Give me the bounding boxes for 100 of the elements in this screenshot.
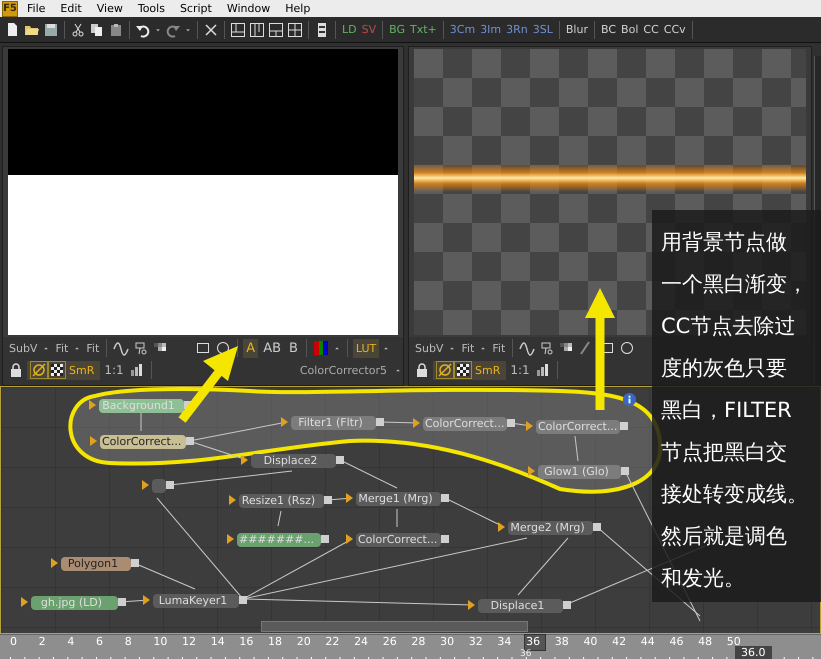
lasso-icon[interactable] — [539, 340, 556, 356]
frame-number: 26 — [382, 635, 398, 650]
frame-number: 38 — [554, 635, 570, 650]
flow-node[interactable]: Displace1 — [478, 599, 563, 613]
menu-item[interactable]: Tools — [134, 2, 171, 15]
frame-number: 40 — [582, 635, 598, 650]
flow-node[interactable]: LumaKeyer1 — [153, 594, 239, 608]
annotation-text: 用背景节点做 — [661, 229, 787, 256]
menu-item[interactable]: Help — [282, 2, 316, 15]
frame-number: 32 — [468, 635, 484, 650]
current-frame-label: 36 — [520, 649, 532, 659]
fit-button[interactable]: Fit — [490, 342, 508, 354]
lut-button[interactable]: LUT — [352, 338, 380, 358]
fit-button[interactable]: Fit — [53, 342, 70, 354]
lock-icon[interactable] — [8, 362, 24, 378]
flow-node[interactable]: Polygon1 — [61, 557, 131, 571]
bars-icon[interactable] — [534, 362, 551, 378]
menu-item[interactable]: File — [24, 2, 52, 15]
scale-button[interactable]: 1:1 — [102, 363, 126, 377]
menu-item[interactable]: View — [94, 2, 129, 15]
tool-button[interactable]: Blur — [564, 20, 590, 40]
flow-node[interactable]: ColorCorrect... — [536, 420, 620, 434]
curve-icon[interactable] — [113, 340, 130, 356]
flow-node[interactable]: Glow1 (Glo) — [538, 465, 621, 479]
frame-number: 46 — [668, 635, 684, 650]
annotation-text: 节点把黑白交 — [661, 439, 787, 466]
frame-number: 48 — [697, 635, 714, 650]
tool-button[interactable]: CC — [641, 20, 661, 40]
frame-number: 18 — [267, 635, 284, 650]
circle-icon[interactable] — [619, 340, 636, 356]
annotation-text: 和发光。 — [661, 565, 745, 592]
flow-node[interactable]: Filter1 (Fltr) — [291, 416, 376, 430]
flow-node[interactable]: Merge1 (Mrg) — [356, 492, 441, 506]
layout-icon[interactable] — [268, 22, 284, 38]
frame-number: 14 — [210, 635, 226, 650]
tool-button[interactable]: Bol — [619, 20, 640, 40]
annotation-text: 接处转变成线。 — [661, 481, 808, 508]
annotation-text: 黑白，FILTER — [661, 397, 792, 424]
frame-number: 4 — [66, 635, 76, 650]
info-icon[interactable] — [622, 392, 637, 407]
frame-number: 16 — [238, 635, 254, 650]
flow-node[interactable]: ColorCorrect... — [356, 533, 441, 547]
copy-icon[interactable] — [89, 22, 105, 38]
checker-icon[interactable] — [49, 362, 65, 378]
clipboard-icon[interactable] — [108, 22, 124, 38]
menu-item[interactable]: Script — [176, 2, 218, 15]
lock-icon[interactable] — [414, 362, 430, 378]
tool-button[interactable]: LD — [340, 20, 359, 40]
bars-icon[interactable] — [128, 362, 145, 378]
flow-node[interactable]: Merge2 (Mrg) — [508, 521, 593, 535]
save-icon[interactable] — [43, 22, 59, 38]
frame-number: 44 — [640, 635, 656, 650]
time-field[interactable]: 36.0 — [735, 646, 772, 659]
scissors-icon[interactable] — [70, 22, 86, 38]
layout-icon[interactable] — [249, 22, 265, 38]
checker-icon[interactable] — [455, 362, 471, 378]
lasso-icon[interactable] — [133, 340, 150, 356]
subview-button[interactable]: SubV — [413, 342, 446, 354]
tool-button[interactable]: BG — [387, 20, 408, 40]
rectangle-icon[interactable] — [195, 340, 212, 356]
frame-number: 6 — [95, 635, 104, 650]
frame-number: 8 — [124, 635, 133, 650]
frame-number: 36 — [525, 635, 546, 650]
menu-item[interactable]: Edit — [57, 2, 88, 15]
frame-number: 28 — [410, 635, 426, 650]
flow-node[interactable]: ColorCorrect... — [423, 417, 507, 431]
tool-button[interactable]: 3Im — [478, 20, 504, 40]
tool-button[interactable]: CCv — [662, 20, 688, 40]
tool-button[interactable]: 3SL — [530, 20, 555, 40]
subview-button[interactable]: SubV — [7, 342, 40, 354]
target-icon[interactable] — [437, 362, 453, 378]
tool-button[interactable]: 3Cm — [448, 20, 478, 40]
menu-item[interactable]: Window — [224, 2, 276, 15]
frame-number: 20 — [296, 635, 312, 650]
flow-node[interactable] — [152, 479, 166, 493]
tool-button[interactable]: BC — [599, 20, 618, 40]
tool-button[interactable]: 3Rn — [504, 20, 530, 40]
cross-icon[interactable] — [203, 22, 219, 38]
curve-icon[interactable] — [519, 340, 536, 356]
channel-button[interactable]: A — [243, 338, 258, 358]
channel-button[interactable]: AB — [260, 338, 284, 358]
flow-node[interactable]: ColorCorrect... — [100, 435, 186, 449]
frame-number: 2 — [38, 635, 47, 650]
annotation-text: 度的灰色只要 — [661, 355, 787, 382]
tool-button[interactable]: Txt+ — [408, 20, 439, 40]
tool-button[interactable]: SV — [360, 20, 378, 40]
layout-icon[interactable] — [230, 22, 246, 38]
scrollbar[interactable] — [261, 621, 528, 632]
channel-button[interactable]: B — [286, 338, 301, 358]
color-channels-icon[interactable] — [312, 340, 329, 356]
scale-button[interactable]: 1:1 — [508, 363, 532, 377]
layout-icon[interactable] — [287, 22, 303, 38]
fit-button[interactable]: Fit — [84, 342, 102, 354]
annotation-text: 一个黑白渐变， — [661, 271, 808, 298]
target-icon[interactable] — [31, 362, 47, 378]
flow-node[interactable]: Displace2 — [251, 454, 336, 468]
fit-button[interactable]: Fit — [459, 342, 476, 354]
frame-number: 22 — [324, 635, 340, 650]
flow-node[interactable]: Resize1 (Rsz) — [239, 494, 324, 508]
frame-number: 24 — [353, 635, 370, 650]
